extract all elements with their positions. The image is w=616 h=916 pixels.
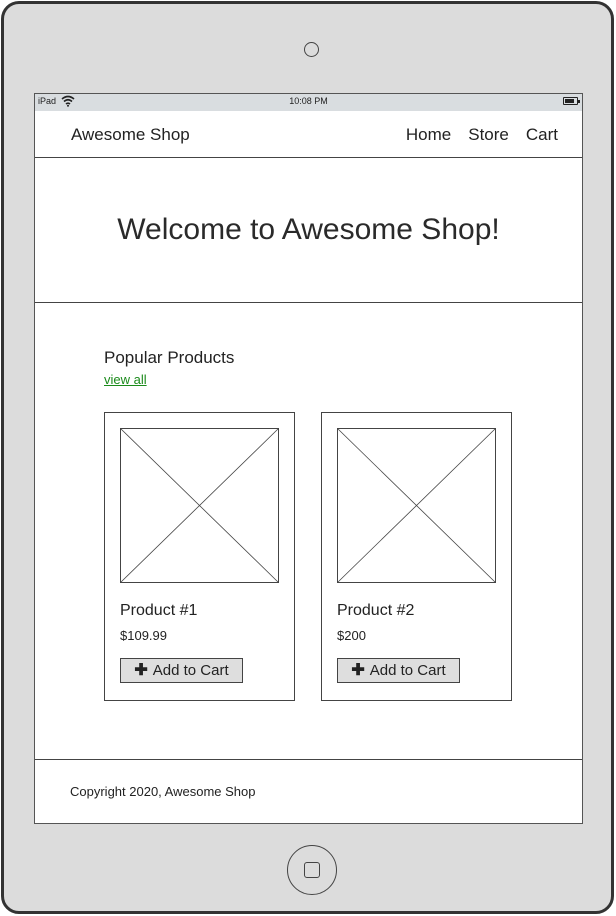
- product-name[interactable]: Product #2: [337, 602, 414, 620]
- add-to-cart-button[interactable]: ✚ Add to Cart: [120, 658, 243, 683]
- footer: Copyright 2020, Awesome Shop: [35, 759, 582, 823]
- product-price: $200: [337, 628, 366, 643]
- nav-links: Home Store Cart: [406, 125, 558, 145]
- home-button[interactable]: [287, 845, 337, 895]
- hero: Welcome to Awesome Shop!: [35, 158, 582, 303]
- brand-link[interactable]: Awesome Shop: [71, 125, 190, 145]
- add-to-cart-button[interactable]: ✚ Add to Cart: [337, 658, 460, 683]
- product-card: Product #1 $109.99 ✚ Add to Cart: [104, 412, 295, 701]
- status-time: 10:08 PM: [289, 96, 328, 106]
- product-card: Product #2 $200 ✚ Add to Cart: [321, 412, 512, 701]
- home-square-icon: [304, 862, 320, 878]
- view-all-link[interactable]: view all: [104, 372, 147, 387]
- add-to-cart-label: Add to Cart: [369, 662, 446, 679]
- copyright-text: Copyright 2020, Awesome Shop: [70, 784, 256, 799]
- camera-icon: [304, 42, 319, 57]
- product-price: $109.99: [120, 628, 167, 643]
- product-name[interactable]: Product #1: [120, 602, 197, 620]
- screen: iPad 10:08 PM Awesome Shop Home Store Ca…: [34, 93, 583, 824]
- product-image-placeholder: [337, 428, 496, 583]
- add-to-cart-label: Add to Cart: [152, 662, 229, 679]
- battery-icon: [563, 97, 580, 105]
- product-image-placeholder: [120, 428, 279, 583]
- status-bar: iPad 10:08 PM: [35, 94, 582, 111]
- nav-cart[interactable]: Cart: [526, 125, 558, 145]
- hero-title: Welcome to Awesome Shop!: [117, 213, 500, 246]
- nav-store[interactable]: Store: [468, 125, 509, 145]
- plus-icon: ✚: [351, 661, 365, 679]
- navbar: Awesome Shop Home Store Cart: [35, 111, 582, 158]
- nav-home[interactable]: Home: [406, 125, 451, 145]
- plus-icon: ✚: [134, 661, 148, 679]
- section-title: Popular Products: [104, 348, 235, 367]
